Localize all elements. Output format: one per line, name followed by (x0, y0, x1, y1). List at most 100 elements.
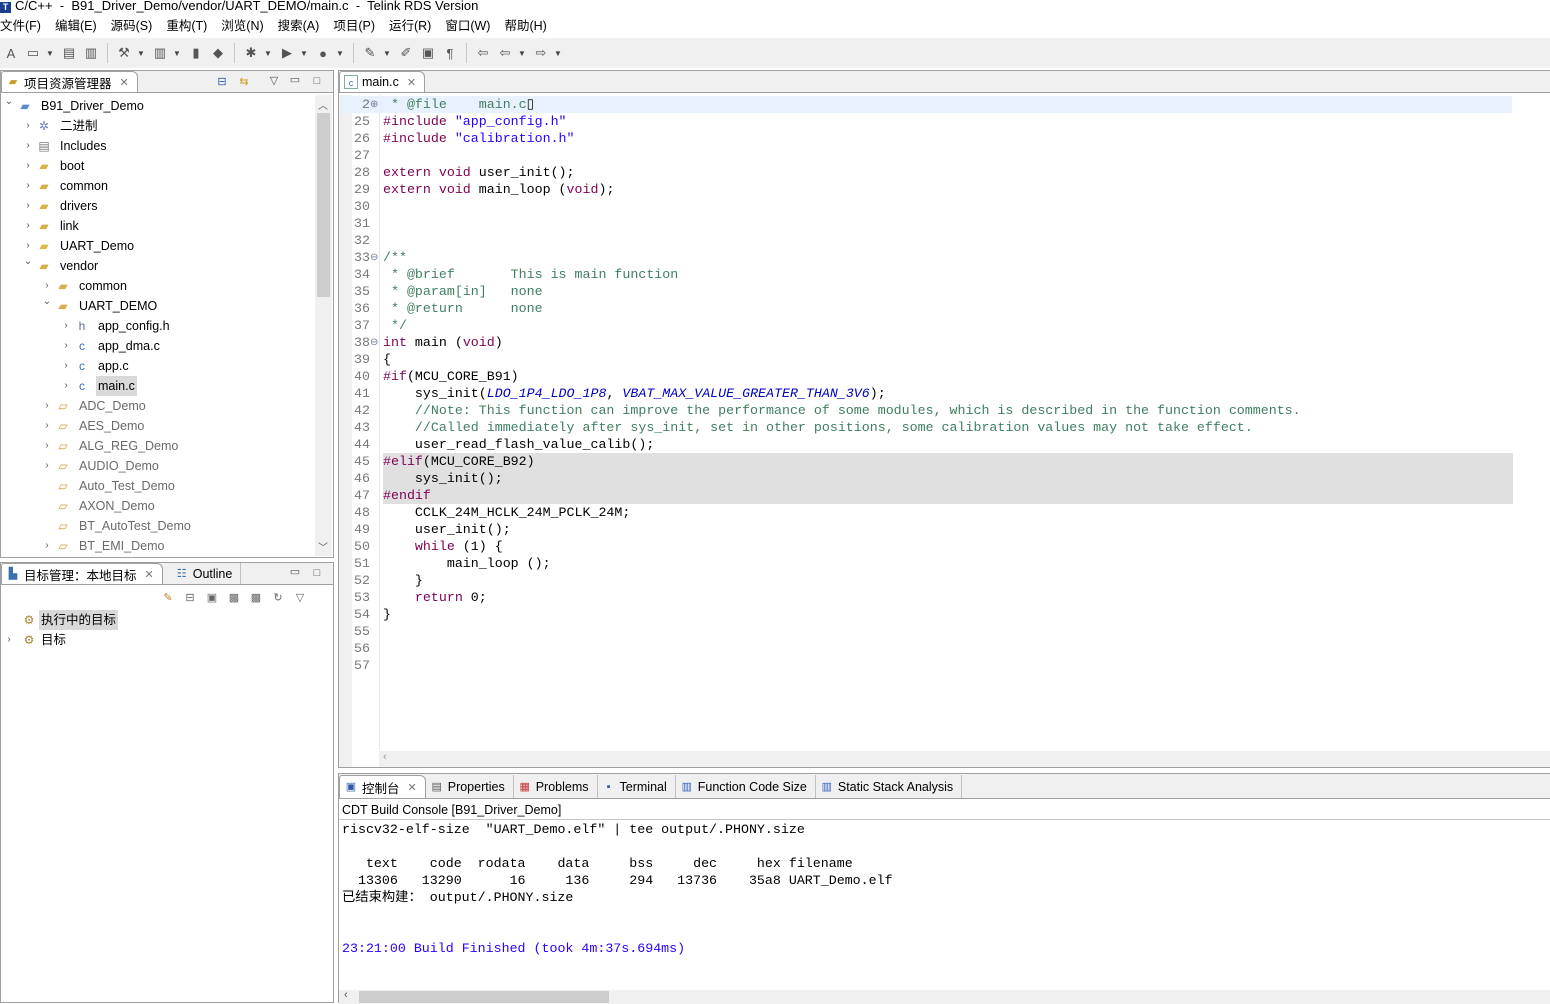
scroll-up-icon[interactable]: ︿ (318, 97, 328, 112)
chevron-down-icon[interactable]: ⌄ (4, 95, 14, 112)
menu-item[interactable]: 搜索(A) (278, 17, 320, 35)
scroll-left-icon[interactable]: ‹ (383, 751, 387, 763)
console-horizontal-scrollbar[interactable]: ‹ (339, 989, 1550, 1004)
chevron-right-icon[interactable]: › (23, 116, 33, 136)
chevron-right-icon[interactable]: › (42, 436, 52, 456)
scrollbar-thumb[interactable] (317, 113, 330, 297)
menu-item[interactable]: 项目(P) (333, 17, 375, 35)
tree-item[interactable]: › ✲ 二进制 (1, 116, 315, 136)
menu-item[interactable]: 编辑(E) (55, 17, 97, 35)
last-edit-icon[interactable]: ⇦ (474, 44, 492, 62)
new-file-icon[interactable]: ▭ (24, 44, 42, 62)
launch-icon[interactable]: ▣ (205, 591, 219, 605)
chevron-right-icon[interactable]: › (42, 456, 52, 476)
chevron-right-icon[interactable]: › (23, 196, 33, 216)
chevron-down-icon[interactable]: ▼ (336, 49, 346, 58)
vertical-scrollbar[interactable]: ︿ ﹀ (315, 95, 332, 556)
chart-icon[interactable]: ▥ (151, 44, 169, 62)
chevron-down-icon[interactable]: ▼ (264, 49, 274, 58)
close-icon[interactable]: ✕ (407, 76, 416, 89)
tree-item[interactable]: › h app_config.h (1, 316, 315, 336)
view-menu-icon[interactable]: ▽ (293, 591, 307, 605)
tree-item[interactable]: › ▱ AES_Demo (1, 416, 315, 436)
collapse-fold-icon[interactable]: ⊖ (370, 249, 378, 266)
menu-item[interactable]: 源码(S) (111, 17, 153, 35)
back-icon[interactable]: ⇦ (496, 44, 514, 62)
save-icon[interactable]: ▤ (60, 44, 78, 62)
menu-item[interactable]: 运行(R) (389, 17, 431, 35)
tab-target-management[interactable]: ▙ 目标管理：本地目标 ✕ (1, 563, 163, 584)
menu-item[interactable]: 浏览(N) (221, 17, 263, 35)
menu-item[interactable]: 帮助(H) (504, 17, 546, 35)
tab-properties[interactable]: ▤ Properties (425, 775, 514, 798)
expand-fold-icon[interactable]: ⊕ (370, 96, 378, 113)
chevron-down-icon[interactable]: ▼ (383, 49, 393, 58)
tab-function-code-size[interactable]: ▥ Function Code Size (675, 775, 816, 798)
close-icon[interactable]: ✕ (120, 76, 129, 89)
console-output[interactable]: riscv32-elf-size "UART_Demo.elf" | tee o… (339, 820, 1550, 990)
close-icon[interactable]: ✕ (145, 568, 154, 581)
debug-bug-icon[interactable]: ✱ (242, 44, 260, 62)
new-connection-icon[interactable]: ✎ (161, 591, 175, 605)
maximize-icon[interactable]: □ (310, 74, 324, 88)
tab-控制台[interactable]: ▣ 控制台 ✕ (339, 775, 426, 798)
tree-item[interactable]: › ▱ BT_EMI_Demo (1, 536, 315, 555)
link-with-editor-icon[interactable]: ⇆ (237, 75, 251, 89)
chevron-down-icon[interactable]: ▼ (300, 49, 310, 58)
chevron-down-icon[interactable]: ▼ (554, 49, 564, 58)
chevron-right-icon[interactable]: › (61, 336, 71, 356)
minimize-icon[interactable]: ▭ (288, 73, 302, 87)
tab-problems[interactable]: ▦ Problems (513, 775, 598, 798)
collapse-all-icon[interactable]: ⊟ (215, 75, 229, 89)
chevron-right-icon[interactable]: › (23, 136, 33, 156)
collapse-fold-icon[interactable]: ⊖ (370, 334, 378, 351)
chevron-right-icon[interactable]: › (23, 176, 33, 196)
menu-item[interactable]: 窗口(W) (445, 17, 490, 35)
tab-terminal[interactable]: ▪ Terminal (597, 775, 676, 798)
view-menu-icon[interactable]: ▽ (267, 74, 281, 88)
tree-item[interactable]: ⌄ ▰ B91_Driver_Demo (1, 96, 315, 116)
tab-main-c[interactable]: c main.c ✕ (339, 71, 426, 92)
maximize-icon[interactable]: □ (310, 566, 324, 580)
forward-icon[interactable]: ⇨ (532, 44, 550, 62)
tree-item[interactable]: › c app_dma.c (1, 336, 315, 356)
tree-item[interactable]: › ▰ drivers (1, 196, 315, 216)
run-icon[interactable]: ▶ (278, 44, 296, 62)
run-config-icon[interactable]: ● (314, 44, 332, 62)
tree-item[interactable]: › ▤ Includes (1, 136, 315, 156)
chevron-right-icon[interactable]: › (42, 536, 52, 555)
editor-horizontal-scrollbar[interactable]: ‹ (379, 751, 1550, 767)
tree-item[interactable]: ⌄ ▰ UART_DEMO (1, 296, 315, 316)
chevron-right-icon[interactable]: › (4, 630, 14, 650)
chevron-right-icon[interactable]: › (23, 156, 33, 176)
tree-item[interactable]: › ▱ ALG_REG_Demo (1, 436, 315, 456)
scrollbar-thumb[interactable] (359, 991, 609, 1003)
chevron-down-icon[interactable]: ▼ (46, 49, 56, 58)
code-editor[interactable]: 2 ⊕ * @file main.c▯ 25 #include "app_config… (342, 96, 1550, 751)
tree-item[interactable]: › c main.c (1, 376, 315, 396)
tree-item[interactable]: › ▰ UART_Demo (1, 236, 315, 256)
new-c-project-icon[interactable]: A (2, 44, 20, 62)
chevron-down-icon[interactable]: ▼ (518, 49, 528, 58)
menu-item[interactable]: 文件(F) (0, 17, 41, 35)
chevron-down-icon[interactable]: ⌄ (23, 252, 33, 272)
save-all-icon[interactable]: ▥ (82, 44, 100, 62)
chevron-right-icon[interactable]: › (61, 376, 71, 396)
scroll-down-icon[interactable]: ﹀ (318, 539, 328, 554)
tree-item[interactable]: ▱ BT_AutoTest_Demo (1, 516, 315, 536)
tab-static-stack-analysis[interactable]: ▥ Static Stack Analysis (815, 775, 963, 798)
chevron-right-icon[interactable]: › (23, 216, 33, 236)
chevron-down-icon[interactable]: ⌄ (42, 292, 52, 312)
disconnect-icon[interactable]: ▩ (249, 591, 263, 605)
highlight-marker-icon[interactable]: ✐ (397, 44, 415, 62)
scroll-left-icon[interactable]: ‹ (344, 989, 348, 1001)
chevron-right-icon[interactable]: › (42, 416, 52, 436)
chevron-right-icon[interactable]: › (61, 356, 71, 376)
chevron-right-icon[interactable]: › (61, 316, 71, 336)
tree-item[interactable]: › ▰ boot (1, 156, 315, 176)
menu-item[interactable]: 重构(T) (166, 17, 207, 35)
tree-item[interactable]: › c app.c (1, 356, 315, 376)
chevron-down-icon[interactable]: ▼ (173, 49, 183, 58)
show-whitespace-icon[interactable]: ¶ (441, 44, 459, 62)
tree-item[interactable]: › ▱ ADC_Demo (1, 396, 315, 416)
